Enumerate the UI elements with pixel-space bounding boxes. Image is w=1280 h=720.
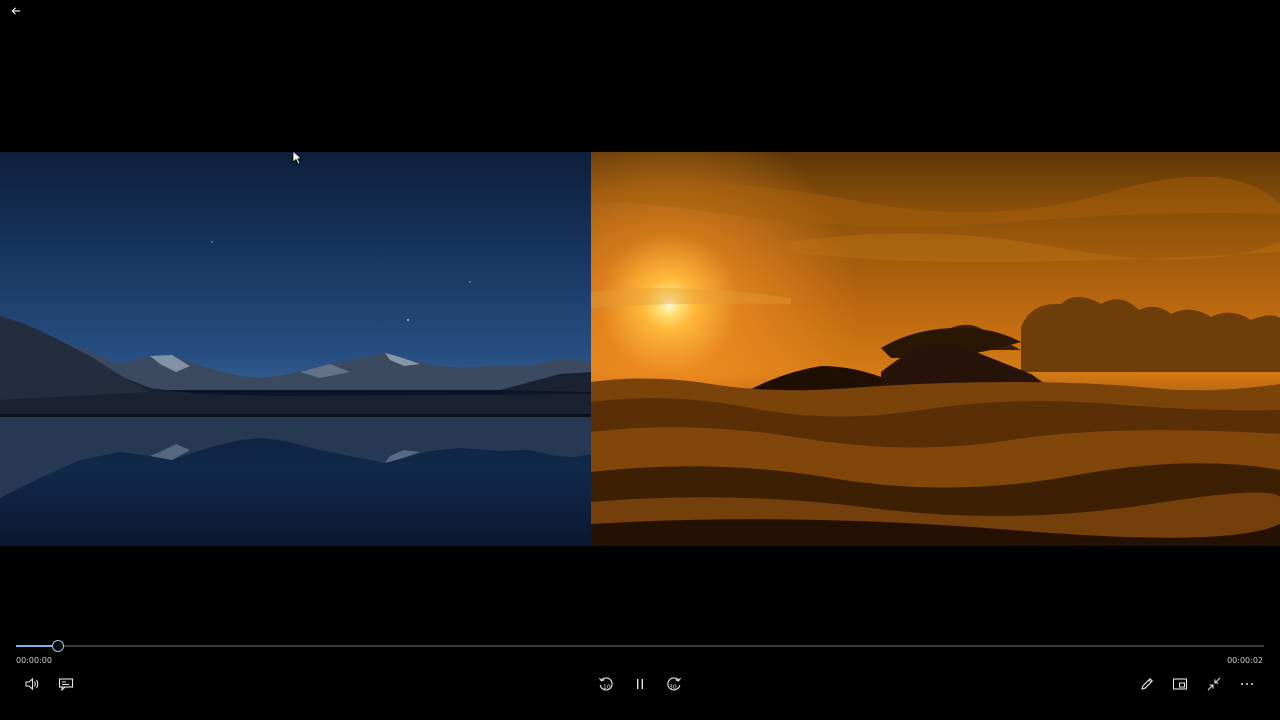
pencil-icon — [1141, 678, 1153, 690]
seek-bar[interactable] — [16, 640, 1264, 652]
video-left-pane — [0, 152, 591, 546]
skip-forward-label: 30 — [669, 684, 677, 691]
back-arrow-icon — [11, 7, 20, 15]
mouse-cursor-icon — [292, 150, 303, 165]
exit-fullscreen-icon — [1207, 677, 1221, 691]
mini-view-icon — [1172, 678, 1188, 690]
volume-button[interactable] — [20, 672, 44, 696]
pause-button[interactable] — [628, 672, 652, 696]
exit-fullscreen-button[interactable] — [1202, 672, 1226, 696]
night-landscape — [0, 241, 591, 498]
more-options-button[interactable] — [1235, 672, 1259, 696]
back-button[interactable] — [4, 0, 28, 22]
pause-icon — [637, 679, 643, 689]
edit-button[interactable] — [1135, 672, 1159, 696]
skip-back-label: 10 — [603, 684, 611, 691]
seek-thumb[interactable] — [52, 640, 65, 652]
video-right-pane — [591, 152, 1280, 546]
total-time: 00:00:02 — [1227, 656, 1263, 665]
skip-back-button[interactable]: 10 — [594, 672, 618, 696]
sunset-landscape — [591, 176, 1280, 546]
skip-forward-button[interactable]: 30 — [662, 672, 686, 696]
seek-track — [16, 645, 1264, 647]
mini-view-button[interactable] — [1168, 672, 1192, 696]
volume-icon — [25, 677, 39, 691]
captions-icon — [58, 678, 74, 691]
video-frame[interactable] — [0, 152, 1280, 546]
captions-button[interactable] — [54, 672, 78, 696]
current-time: 00:00:00 — [16, 656, 52, 665]
more-icon — [1241, 683, 1253, 685]
video-player-app: 00:00:00 00:00:02 10 30 — [0, 0, 1280, 720]
